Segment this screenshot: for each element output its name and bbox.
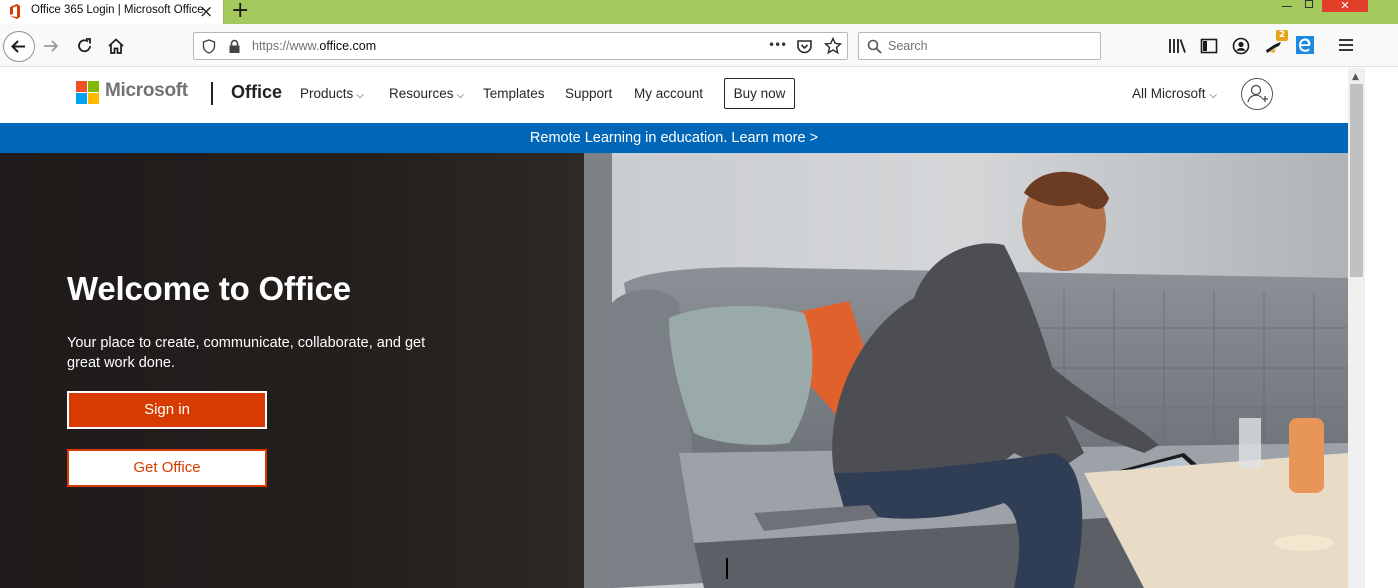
user-plus-icon bbox=[1247, 84, 1268, 103]
nav-products[interactable]: Products ⌵ bbox=[300, 86, 364, 101]
page-actions-icon[interactable]: ••• bbox=[768, 38, 787, 52]
url-domain: office.com bbox=[319, 39, 377, 53]
home-icon[interactable] bbox=[106, 36, 126, 56]
chevron-down-icon: ⌵ bbox=[356, 90, 364, 101]
window-maximize-button[interactable] bbox=[1305, 0, 1313, 8]
scroll-thumb[interactable] bbox=[1350, 84, 1363, 277]
url-text[interactable]: https://www.office.com bbox=[252, 39, 376, 53]
nav-resources-label: Resources bbox=[389, 86, 454, 101]
address-bar[interactable]: https://www.office.com ••• bbox=[193, 32, 848, 60]
get-office-button[interactable]: Get Office bbox=[67, 449, 267, 487]
buy-now-button[interactable]: Buy now bbox=[724, 78, 795, 109]
hero-section: Welcome to Office Your place to create, … bbox=[0, 153, 1348, 588]
brand-divider bbox=[211, 82, 213, 105]
microsoft-brand[interactable]: Microsoft bbox=[105, 80, 188, 102]
nav-resources[interactable]: Resources ⌵ bbox=[389, 86, 464, 101]
back-button[interactable] bbox=[3, 31, 35, 62]
extension-badge: 2 bbox=[1276, 30, 1288, 41]
browser-toolbar: https://www.office.com ••• Search 2 bbox=[0, 24, 1398, 67]
all-microsoft-label: All Microsoft bbox=[1132, 86, 1206, 101]
office-brand-link[interactable]: Office bbox=[231, 82, 282, 103]
remote-learning-banner: Remote Learning in education. Learn more… bbox=[0, 123, 1348, 153]
hero-photo-man-with-tablet bbox=[584, 153, 1348, 588]
hero-title: Welcome to Office bbox=[67, 270, 351, 307]
forward-arrow-icon[interactable] bbox=[41, 37, 61, 55]
sidebar-icon[interactable] bbox=[1200, 37, 1218, 55]
pocket-icon[interactable] bbox=[796, 38, 813, 55]
nav-support[interactable]: Support bbox=[565, 86, 612, 101]
edge-extension-icon[interactable] bbox=[1296, 36, 1314, 54]
library-icon[interactable] bbox=[1168, 37, 1188, 55]
scroll-up-arrow-icon[interactable]: ▲ bbox=[1352, 72, 1359, 82]
sign-in-avatar-icon[interactable] bbox=[1241, 78, 1273, 110]
menu-hamburger-icon[interactable] bbox=[1338, 38, 1354, 52]
search-bar[interactable]: Search bbox=[858, 32, 1101, 60]
browser-titlebar: Office 365 Login | Microsoft Office × + … bbox=[0, 0, 1398, 24]
chevron-down-icon: ⌵ bbox=[1209, 90, 1218, 101]
sign-in-button[interactable]: Sign in bbox=[67, 391, 267, 429]
hero-text-panel: Welcome to Office Your place to create, … bbox=[0, 153, 584, 588]
lock-icon[interactable] bbox=[228, 39, 241, 54]
tab-close-icon[interactable]: × bbox=[199, 1, 213, 23]
back-arrow-icon bbox=[11, 40, 25, 53]
search-icon bbox=[867, 39, 882, 54]
browser-tab-active[interactable]: Office 365 Login | Microsoft Office × bbox=[0, 0, 224, 24]
microsoft-logo-icon[interactable] bbox=[76, 81, 99, 104]
all-microsoft-menu[interactable]: All Microsoft ⌵ bbox=[1132, 86, 1217, 101]
page-scrollbar[interactable]: ▲ bbox=[1348, 68, 1365, 588]
reload-icon[interactable] bbox=[75, 36, 95, 56]
bookmark-star-icon[interactable] bbox=[824, 37, 842, 55]
window-minimize-button[interactable] bbox=[1282, 2, 1292, 7]
site-header: Microsoft Office Products ⌵ Resources ⌵ Te… bbox=[0, 68, 1348, 123]
tab-title: Office 365 Login | Microsoft Office bbox=[31, 4, 204, 16]
tracking-shield-icon[interactable] bbox=[202, 39, 216, 54]
nav-templates[interactable]: Templates bbox=[483, 86, 545, 101]
nav-my-account[interactable]: My account bbox=[634, 86, 703, 101]
hero-subtitle: Your place to create, communicate, colla… bbox=[67, 335, 426, 371]
account-icon[interactable] bbox=[1232, 37, 1250, 55]
new-tab-button[interactable]: + bbox=[231, 0, 249, 23]
remote-learning-link[interactable]: Remote Learning in education. Learn more… bbox=[530, 130, 818, 146]
nav-products-label: Products bbox=[300, 86, 354, 101]
search-placeholder: Search bbox=[888, 39, 928, 53]
window-close-button[interactable]: ✕ bbox=[1322, 0, 1368, 12]
chevron-down-icon: ⌵ bbox=[456, 90, 465, 101]
office-favicon-icon bbox=[10, 4, 20, 19]
web-page: Microsoft Office Products ⌵ Resources ⌵ Te… bbox=[0, 68, 1348, 588]
text-cursor bbox=[726, 558, 728, 579]
url-prefix: https://www. bbox=[252, 39, 320, 53]
